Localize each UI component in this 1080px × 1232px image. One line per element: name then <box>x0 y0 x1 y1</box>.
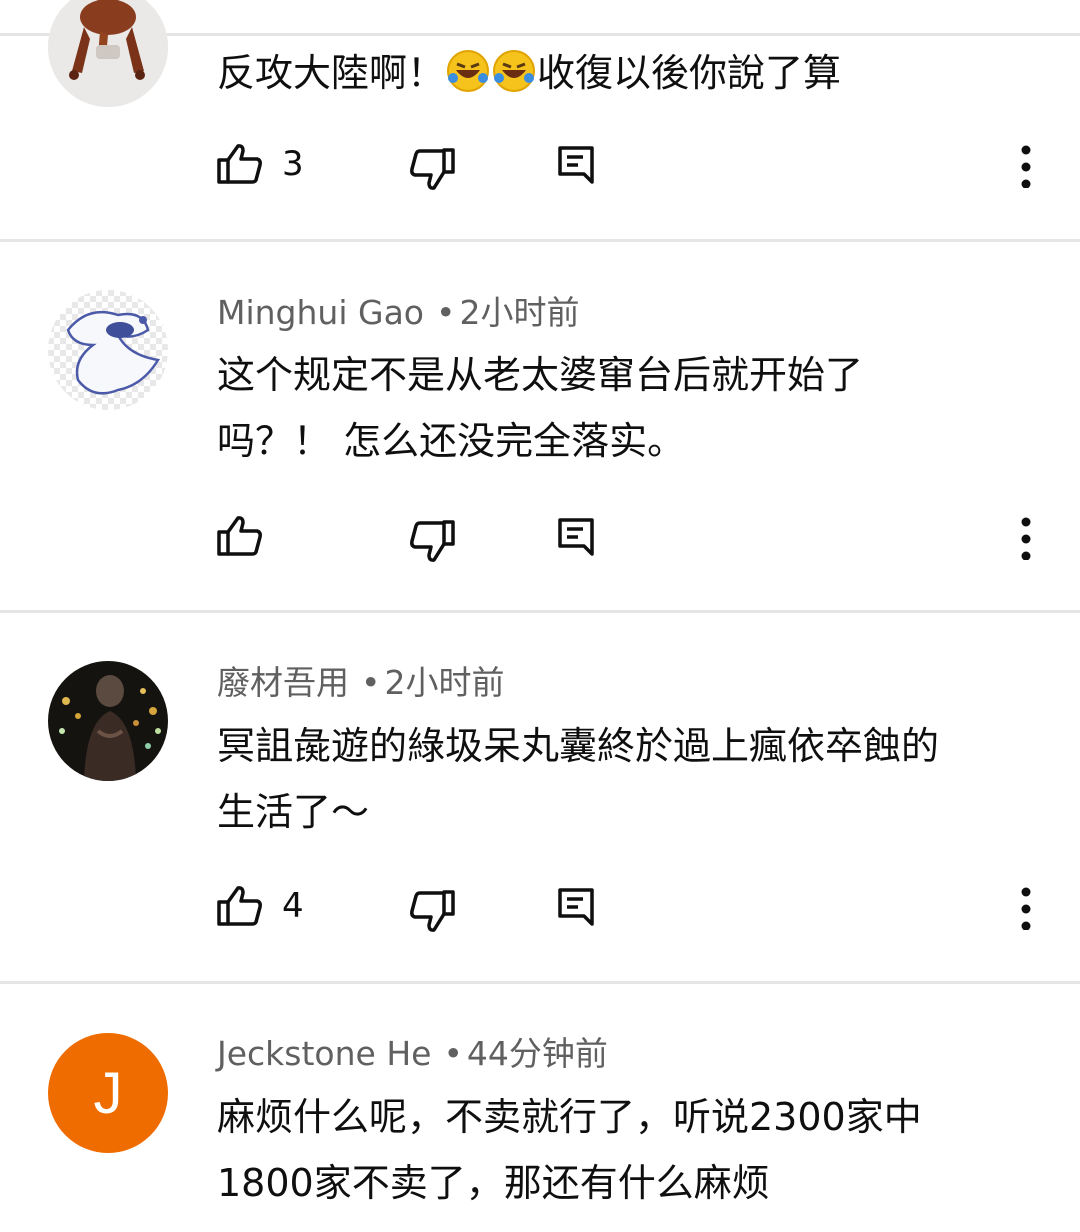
comment-text: 麻烦什么呢，不卖就行了，听说2300家中 1800家不卖了，那还有什么麻烦 <box>217 1084 922 1216</box>
comment-text-line: 这个规定不是从老太婆窜台后就开始了 <box>217 353 864 397</box>
avatar-letter: J <box>93 1060 123 1126</box>
thumbs-down-icon <box>410 148 455 190</box>
avatar[interactable] <box>48 0 168 107</box>
rolling-laughing-emoji-icon <box>445 48 491 114</box>
more-options-button[interactable] <box>1012 512 1040 561</box>
comment-text-line: 生活了～ <box>217 790 370 834</box>
comment-time: 2小时前 <box>459 293 580 332</box>
more-vertical-icon <box>1021 517 1031 561</box>
like-button[interactable] <box>216 140 264 188</box>
dislike-button[interactable] <box>408 888 456 936</box>
thumbs-up-icon <box>217 886 262 926</box>
reply-button[interactable] <box>556 886 596 928</box>
comment-divider <box>0 610 1080 613</box>
comment-meta: Minghui Gao • 2小时前 <box>217 293 579 333</box>
like-count: 3 <box>282 144 304 184</box>
rolling-laughing-emoji-icon <box>491 48 537 114</box>
comment-text: 这个规定不是从老太婆窜台后就开始了 吗？！ 怎么还没完全落实。 <box>217 342 863 474</box>
reply-button[interactable] <box>556 144 596 186</box>
reply-comment-icon <box>558 888 594 926</box>
comment-time: 2小时前 <box>384 663 505 702</box>
comment-actions: 4 <box>0 882 1080 942</box>
reply-comment-icon <box>558 146 594 184</box>
author-name[interactable]: 廢材吾用 <box>217 663 349 702</box>
more-options-button[interactable] <box>1012 882 1040 931</box>
reply-comment-icon <box>558 518 594 556</box>
meta-separator: • <box>361 663 381 702</box>
thumbs-up-icon <box>217 516 262 556</box>
like-button[interactable] <box>216 882 264 930</box>
comment-text-line: 麻烦什么呢，不卖就行了，听说2300家中 <box>217 1095 922 1139</box>
like-count: 4 <box>282 886 304 926</box>
more-vertical-icon <box>1021 145 1031 189</box>
more-options-button[interactable] <box>1012 140 1040 189</box>
comment-actions <box>0 512 1080 572</box>
thumbs-up-icon <box>217 144 262 184</box>
comment-text: 反攻大陸啊！ 收復以後你說了算 <box>217 40 841 114</box>
comment-divider <box>0 239 1080 242</box>
author-name[interactable]: Minghui Gao <box>217 293 424 332</box>
comment-time: 44分钟前 <box>466 1034 608 1073</box>
meta-separator: • <box>435 293 456 332</box>
comment-text-part: 反攻大陸啊！ <box>217 51 446 95</box>
like-button[interactable] <box>216 512 264 560</box>
dislike-button[interactable] <box>408 146 456 194</box>
comment-divider <box>0 981 1080 984</box>
avatar[interactable] <box>48 290 168 410</box>
thumbs-down-icon <box>410 890 455 932</box>
avatar[interactable]: J <box>48 1033 168 1153</box>
comment-text-line: 吗？！ 怎么还没完全落实。 <box>217 419 686 463</box>
comment-meta: Jeckstone He • 44分钟前 <box>217 1034 608 1074</box>
avatar[interactable] <box>48 661 168 781</box>
dislike-button[interactable] <box>408 518 456 566</box>
thumbs-down-icon <box>410 520 455 562</box>
comment-text: 冥詛彘遊的綠圾呆丸囊終於過上瘋依卒蝕的 生活了～ <box>217 713 939 845</box>
author-name[interactable]: Jeckstone He <box>217 1034 431 1073</box>
comment-actions: 3 <box>0 140 1080 200</box>
reply-button[interactable] <box>556 516 596 558</box>
comment-text-line: 冥詛彘遊的綠圾呆丸囊終於過上瘋依卒蝕的 <box>217 724 940 768</box>
comment-text-part: 收復以後你說了算 <box>537 51 842 95</box>
comment-text-line: 1800家不卖了，那还有什么麻烦 <box>217 1161 770 1205</box>
more-vertical-icon <box>1021 887 1031 931</box>
comment-meta: 廢材吾用 • 2小时前 <box>217 663 504 703</box>
meta-separator: • <box>443 1034 463 1073</box>
